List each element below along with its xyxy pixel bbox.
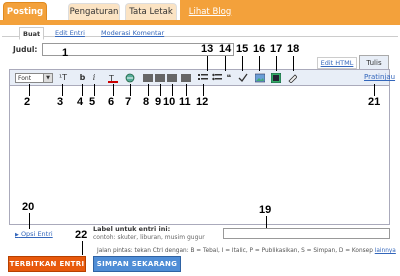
preview-link[interactable]: Pratinjau [364, 73, 395, 81]
post-options-label: Opsi Entri [20, 230, 53, 238]
font-size-button[interactable]: ¹T [58, 73, 68, 83]
subtab-edit-entri[interactable]: Edit Entri [52, 27, 88, 39]
callout-19: 19 [259, 204, 272, 216]
labels-field-example: contoh: skuter, liburan, musim gugur [93, 234, 205, 241]
text-color-icon: T [108, 74, 118, 83]
quote-icon: ❝ [226, 73, 232, 82]
callout-arrow-5 [94, 84, 95, 96]
align-justify-icon [181, 74, 191, 82]
callout-3: 3 [57, 96, 64, 108]
align-justify-button[interactable] [181, 73, 191, 83]
text-color-button[interactable]: T [108, 73, 119, 83]
shortcuts-text: Jalan pintas: tekan Ctrl dengan: B = Teb… [97, 248, 373, 254]
callout-21: 21 [368, 96, 381, 108]
image-icon [254, 73, 266, 83]
callout-arrow-21 [374, 84, 375, 96]
bullet-list-icon [212, 73, 222, 81]
callout-8: 8 [143, 96, 150, 108]
subtab-buat[interactable]: Buat [19, 27, 45, 40]
callout-arrow-2 [29, 84, 30, 96]
callout-22: 22 [75, 229, 88, 241]
callout-arrow-16 [259, 56, 260, 71]
callout-arrow-11 [186, 84, 187, 96]
callout-14: 14 [219, 43, 232, 55]
callout-10: 10 [163, 96, 176, 108]
callout-16: 16 [253, 43, 266, 55]
font-select[interactable]: Font ▼ [15, 73, 53, 83]
save-now-button[interactable]: SIMPAN SEKARANG [93, 256, 181, 272]
callout-17: 17 [270, 43, 283, 55]
align-left-icon [143, 74, 153, 82]
callout-18: 18 [287, 43, 300, 55]
align-right-button[interactable] [167, 73, 177, 83]
remove-formatting-button[interactable] [287, 73, 298, 84]
callout-arrow-4 [82, 84, 83, 96]
triangle-right-icon: ▶ [15, 232, 19, 238]
callout-7: 7 [125, 96, 132, 108]
tab-edit-html[interactable]: Edit HTML [317, 57, 357, 69]
insert-image-button[interactable] [254, 73, 266, 83]
subtab-moderasi-komentar[interactable]: Moderasi Komentar [98, 27, 167, 39]
tab-tulis[interactable]: Tulis [359, 55, 389, 69]
align-left-button[interactable] [143, 73, 153, 83]
link-icon [125, 73, 135, 83]
labels-field-title: Label untuk entri ini: [93, 225, 171, 233]
callout-4: 4 [77, 96, 84, 108]
link-button[interactable] [125, 73, 136, 83]
callout-arrow-13 [207, 56, 208, 71]
spellcheck-button[interactable] [238, 73, 248, 83]
callout-arrow-7 [130, 84, 131, 96]
chevron-down-icon: ▼ [43, 74, 52, 82]
top-tab-bar: Posting Pengaturan Tata Letak Lihat Blog [0, 0, 400, 25]
callout-arrow-9 [160, 84, 161, 96]
callout-arrow-22 [82, 241, 83, 255]
callout-arrow-3 [62, 84, 63, 96]
title-label: Judul: [13, 45, 38, 54]
callout-arrow-14 [225, 56, 226, 71]
post-options-link[interactable]: ▶ Opsi Entri [15, 230, 53, 238]
tab-tata-letak[interactable]: Tata Letak [125, 3, 177, 20]
callout-11: 11 [179, 96, 191, 108]
callout-13: 13 [201, 43, 214, 55]
tab-posting[interactable]: Posting [3, 2, 47, 20]
eraser-icon [288, 74, 298, 84]
callout-arrow-10 [172, 84, 173, 96]
callout-arrow-12 [203, 84, 204, 96]
video-icon [270, 72, 282, 84]
blockquote-button[interactable]: ❝ [224, 73, 234, 83]
publish-post-button[interactable]: TERBITKAN ENTRI [8, 256, 86, 272]
numbered-list-button[interactable] [198, 73, 208, 83]
callout-arrow-15 [242, 56, 243, 71]
callout-arrow-20 [29, 213, 30, 229]
align-center-icon [155, 74, 165, 82]
callout-arrow-19 [266, 216, 267, 228]
shortcuts-more-link[interactable]: lainnya [375, 248, 396, 254]
insert-video-button[interactable] [270, 72, 282, 84]
keyboard-shortcuts-hint: Jalan pintas: tekan Ctrl dengan: B = Teb… [97, 248, 396, 254]
callout-2: 2 [24, 96, 31, 108]
labels-input[interactable] [223, 228, 390, 239]
callout-arrow-17 [276, 56, 277, 71]
callout-5: 5 [89, 96, 96, 108]
numbered-list-icon [198, 74, 208, 80]
font-select-value: Font [18, 74, 32, 82]
sub-tab-bar: Buat Edit Entri Moderasi Komentar [2, 25, 398, 40]
tab-pengaturan[interactable]: Pengaturan [68, 3, 120, 20]
italic-button[interactable]: i [90, 73, 98, 83]
callout-arrow-6 [113, 84, 114, 96]
spellcheck-icon [238, 73, 248, 83]
callout-9: 9 [155, 96, 162, 108]
tab-lihat-blog[interactable]: Lihat Blog [185, 3, 235, 20]
callout-arrow-18 [293, 56, 294, 71]
align-right-icon [167, 74, 177, 82]
align-center-button[interactable] [155, 73, 165, 83]
bullet-list-button[interactable] [212, 73, 222, 83]
callout-6: 6 [108, 96, 115, 108]
callout-1: 1 [62, 47, 69, 59]
bold-button[interactable]: b [78, 73, 87, 83]
callout-15: 15 [236, 43, 249, 55]
callout-arrow-8 [148, 84, 149, 96]
callout-20: 20 [22, 201, 35, 213]
callout-12: 12 [196, 96, 209, 108]
